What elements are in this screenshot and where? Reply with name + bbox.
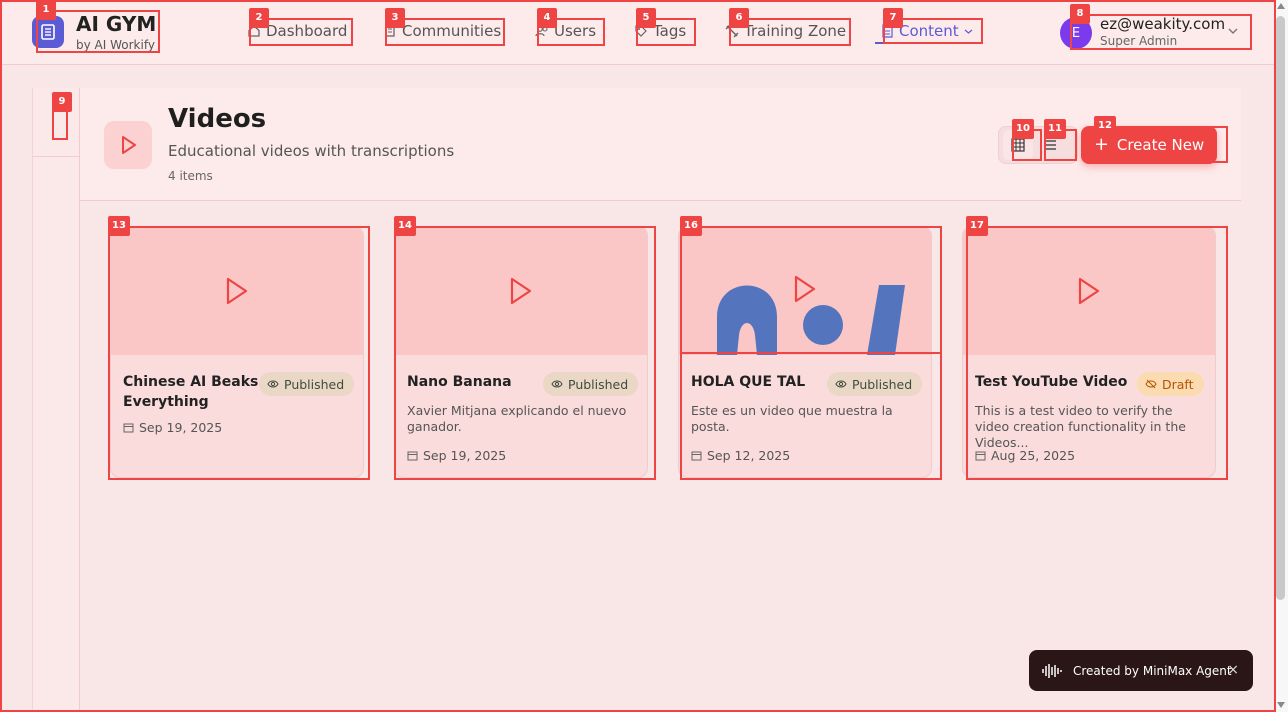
brand-subtitle: by AI Workify bbox=[76, 38, 155, 52]
nav-tags-label: Tags bbox=[653, 22, 687, 40]
eye-icon bbox=[835, 380, 847, 388]
play-icon bbox=[510, 277, 532, 305]
page-title: Videos bbox=[168, 104, 267, 134]
nav-content[interactable]: Content bbox=[880, 22, 973, 40]
avatar[interactable]: E bbox=[1060, 17, 1092, 49]
sidebar-divider bbox=[33, 156, 80, 157]
status-badge: Published bbox=[827, 372, 923, 396]
item-count: 4 items bbox=[168, 169, 213, 183]
play-icon bbox=[226, 277, 248, 305]
video-title: Nano Banana bbox=[407, 374, 512, 390]
users-icon bbox=[535, 26, 548, 37]
waveform-icon bbox=[1042, 663, 1062, 678]
video-date-label: Aug 25, 2025 bbox=[991, 448, 1076, 463]
chevron-down-icon[interactable] bbox=[1226, 24, 1240, 38]
logo-icon[interactable] bbox=[32, 16, 64, 48]
building-icon bbox=[385, 25, 395, 37]
nav-dashboard-label: Dashboard bbox=[266, 22, 348, 40]
document-icon bbox=[882, 24, 893, 38]
play-icon bbox=[794, 275, 816, 303]
video-card[interactable]: HOLA QUE TAL Published Este es un video … bbox=[678, 226, 932, 478]
play-icon bbox=[1078, 277, 1100, 305]
status-label: Draft bbox=[1162, 376, 1194, 392]
calendar-icon bbox=[691, 451, 702, 461]
nav-users[interactable]: Users bbox=[535, 22, 596, 40]
list-icon bbox=[1046, 140, 1056, 150]
calendar-icon bbox=[975, 451, 986, 461]
eye-off-icon bbox=[1145, 379, 1157, 389]
sidebar bbox=[32, 88, 80, 712]
video-date: Sep 19, 2025 bbox=[407, 448, 506, 463]
nav-dashboard[interactable]: Dashboard bbox=[247, 22, 347, 40]
status-label: Published bbox=[568, 376, 629, 392]
video-date: Sep 12, 2025 bbox=[691, 448, 790, 463]
video-card[interactable]: Chinese AI Beaks Everything Published Se… bbox=[110, 226, 364, 478]
nav-content-label: Content bbox=[899, 22, 959, 40]
calendar-icon bbox=[123, 423, 134, 433]
nav-training-zone[interactable]: Training Zone bbox=[725, 22, 846, 40]
status-badge: Published bbox=[259, 372, 355, 396]
video-icon bbox=[104, 121, 152, 169]
scroll-thumb[interactable] bbox=[1276, 16, 1285, 600]
calendar-icon bbox=[407, 451, 418, 461]
scroll-up-icon[interactable] bbox=[1277, 3, 1285, 9]
user-email[interactable]: ez@weakity.com bbox=[1100, 15, 1225, 33]
video-title: Test YouTube Video bbox=[975, 374, 1128, 390]
toast-text: Created by MiniMax Agent bbox=[1073, 663, 1232, 678]
create-new-label: Create New bbox=[1116, 136, 1205, 154]
page-subtitle: Educational videos with transcriptions bbox=[168, 142, 455, 160]
grid-icon bbox=[1011, 138, 1025, 152]
user-role: Super Admin bbox=[1100, 34, 1178, 48]
chevron-down-icon bbox=[964, 29, 973, 34]
video-date-label: Sep 19, 2025 bbox=[139, 420, 223, 435]
brand-title[interactable]: AI GYM bbox=[76, 12, 156, 36]
video-date-label: Sep 12, 2025 bbox=[707, 448, 791, 463]
toast: Created by MiniMax Agent × bbox=[1029, 650, 1253, 691]
top-header: AI GYM by AI Workify Dashboard Communiti… bbox=[0, 0, 1288, 65]
plus-icon: + bbox=[1093, 134, 1109, 155]
home-icon bbox=[248, 25, 260, 37]
video-card[interactable]: Test YouTube Video Draft This is a test … bbox=[962, 226, 1216, 478]
video-date: Aug 25, 2025 bbox=[975, 448, 1075, 463]
create-new-button[interactable]: + Create New bbox=[1081, 126, 1217, 164]
nav-communities-label: Communities bbox=[402, 22, 502, 40]
video-date: Sep 19, 2025 bbox=[123, 420, 222, 435]
video-thumbnail[interactable] bbox=[963, 227, 1215, 355]
dumbbell-icon bbox=[725, 24, 739, 38]
tag-icon bbox=[635, 25, 647, 37]
status-badge: Published bbox=[543, 372, 639, 396]
video-thumbnail[interactable] bbox=[679, 227, 931, 355]
video-thumbnail[interactable] bbox=[395, 227, 647, 355]
close-icon[interactable]: × bbox=[1227, 662, 1239, 678]
video-description: Xavier Mitjana explicando el nuevo ganad… bbox=[407, 403, 627, 434]
video-thumbnail[interactable] bbox=[111, 227, 363, 355]
status-label: Published bbox=[284, 376, 345, 392]
status-label: Published bbox=[852, 376, 913, 392]
video-title: HOLA QUE TAL bbox=[691, 374, 806, 390]
list-view-button[interactable] bbox=[1036, 130, 1066, 160]
nav-tags[interactable]: Tags bbox=[634, 22, 686, 40]
video-title: Chinese AI Beaks Everything bbox=[123, 374, 259, 410]
video-description: This is a test video to verify the video… bbox=[975, 403, 1186, 450]
video-description: Este es un video que muestra la posta. bbox=[691, 403, 893, 434]
status-badge: Draft bbox=[1137, 372, 1204, 396]
nav-users-label: Users bbox=[554, 22, 597, 40]
grid-view-button[interactable] bbox=[1003, 130, 1033, 160]
scroll-down-icon[interactable] bbox=[1277, 702, 1285, 708]
eye-icon bbox=[267, 380, 279, 388]
nav-active-underline bbox=[875, 42, 975, 44]
video-date-label: Sep 19, 2025 bbox=[423, 448, 507, 463]
video-card[interactable]: Nano Banana Published Xavier Mitjana exp… bbox=[394, 226, 648, 478]
nav-training-zone-label: Training Zone bbox=[744, 22, 847, 40]
eye-icon bbox=[551, 380, 563, 388]
nav-communities[interactable]: Communities bbox=[383, 22, 501, 40]
